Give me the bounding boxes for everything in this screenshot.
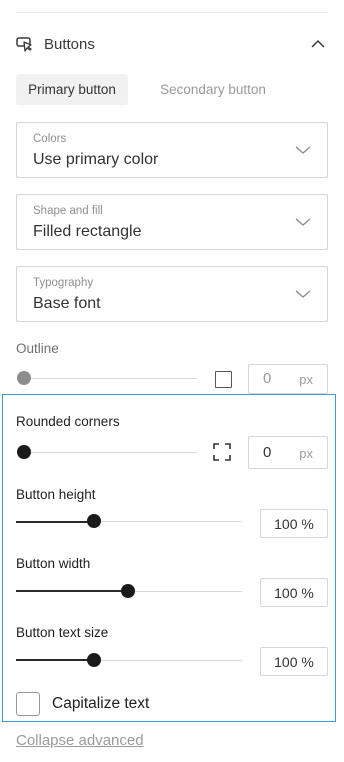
typography-select[interactable]: Typography Base font: [16, 266, 328, 322]
select-value: Base font: [33, 295, 101, 312]
cursor-click-icon: [16, 35, 34, 53]
capitalize-checkbox[interactable]: [16, 692, 40, 716]
button-width-slider-handle[interactable]: [121, 584, 135, 598]
outline-slider-track[interactable]: [24, 378, 197, 379]
select-caption: Colors: [33, 133, 67, 145]
chevron-down-icon: [293, 212, 313, 232]
button-height-input[interactable]: 100 %: [260, 509, 328, 538]
button-text-size-label: Button text size: [16, 625, 109, 640]
rounded-corners-unit: px: [299, 446, 313, 461]
colors-select[interactable]: Colors Use primary color: [16, 122, 328, 178]
outline-checkbox[interactable]: [215, 371, 232, 388]
button-text-size-input[interactable]: 100 %: [260, 647, 328, 676]
select-caption: Shape and fill: [33, 205, 103, 217]
button-text-size-slider-handle[interactable]: [87, 653, 101, 667]
chevron-down-icon: [293, 284, 313, 304]
outline-width-input[interactable]: 0 px: [248, 364, 328, 394]
button-height-slider-handle[interactable]: [87, 514, 101, 528]
outline-slider-handle[interactable]: [17, 371, 31, 385]
outline-unit: px: [299, 372, 313, 387]
button-width-label: Button width: [16, 556, 91, 571]
collapse-advanced-link[interactable]: Collapse advanced: [16, 732, 144, 749]
chevron-down-icon: [293, 140, 313, 160]
section-title: Buttons: [44, 35, 95, 53]
button-width-slider-fill: [16, 590, 128, 592]
button-width-input[interactable]: 100 %: [260, 578, 328, 607]
tab-primary-button[interactable]: Primary button: [16, 74, 128, 105]
shape-and-fill-select[interactable]: Shape and fill Filled rectangle: [16, 194, 328, 250]
section-header[interactable]: Buttons: [16, 32, 328, 56]
rounded-corners-slider-track[interactable]: [24, 452, 197, 453]
chevron-up-icon[interactable]: [308, 34, 328, 54]
button-text-size-slider-fill: [16, 659, 94, 661]
outline-label: Outline: [16, 341, 59, 356]
capitalize-label: Capitalize text: [52, 695, 150, 712]
rounded-corners-slider-handle[interactable]: [17, 445, 31, 459]
select-value: Use primary color: [33, 151, 159, 168]
button-height-slider-fill: [16, 521, 94, 523]
top-divider: [16, 12, 328, 13]
tab-secondary-button[interactable]: Secondary button: [140, 74, 286, 105]
rounded-corners-value: 0: [263, 444, 272, 461]
expand-corners-icon[interactable]: [213, 443, 231, 461]
outline-value: 0: [263, 370, 272, 387]
select-value: Filled rectangle: [33, 223, 142, 240]
rounded-corners-label: Rounded corners: [16, 414, 120, 429]
select-caption: Typography: [33, 277, 94, 289]
rounded-corners-input[interactable]: 0 px: [248, 436, 328, 469]
button-height-label: Button height: [16, 487, 96, 502]
